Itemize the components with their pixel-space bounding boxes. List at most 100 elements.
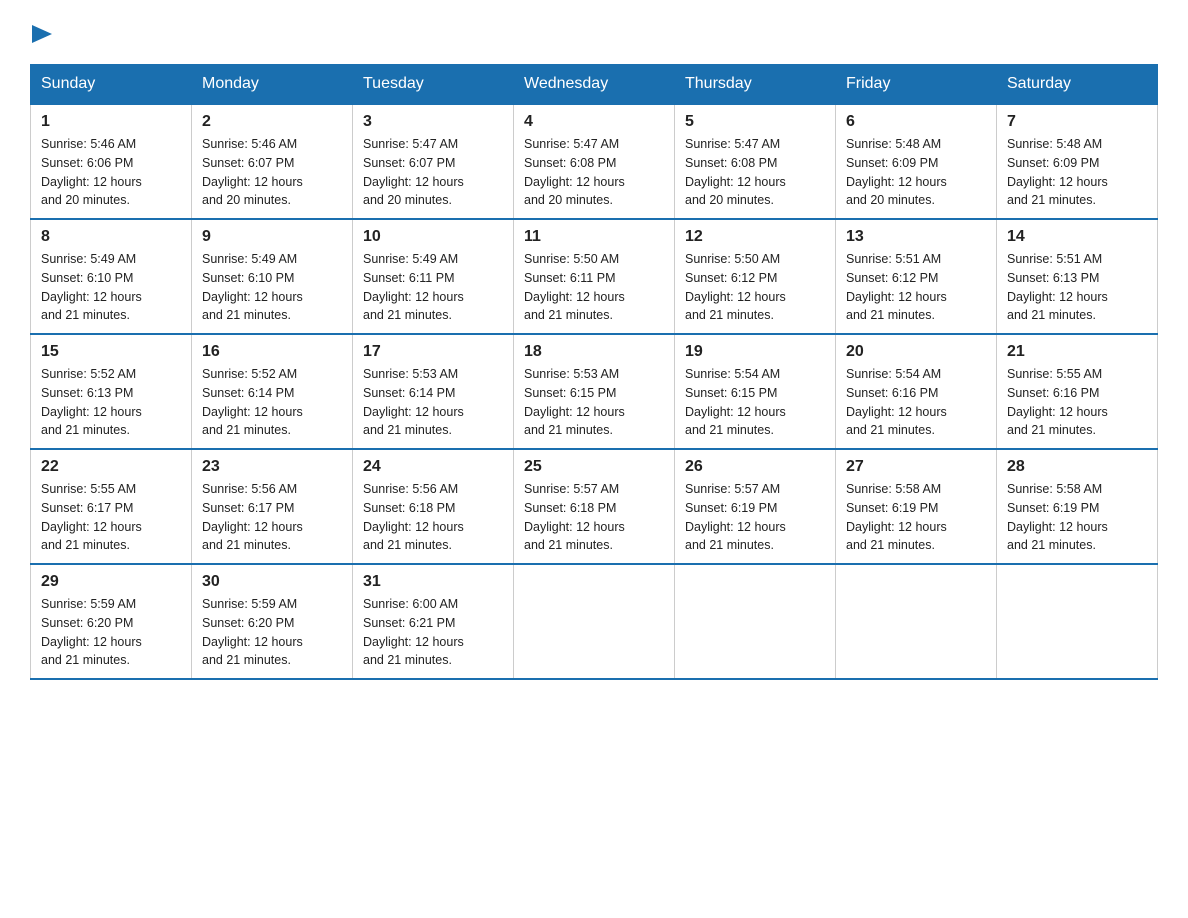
header xyxy=(30,20,1158,46)
day-info: Sunrise: 5:58 AMSunset: 6:19 PMDaylight:… xyxy=(1007,482,1108,552)
column-header-tuesday: Tuesday xyxy=(353,65,514,105)
calendar-cell: 5 Sunrise: 5:47 AMSunset: 6:08 PMDayligh… xyxy=(675,104,836,219)
calendar-cell: 10 Sunrise: 5:49 AMSunset: 6:11 PMDaylig… xyxy=(353,219,514,334)
calendar-cell: 24 Sunrise: 5:56 AMSunset: 6:18 PMDaylig… xyxy=(353,449,514,564)
calendar-cell: 26 Sunrise: 5:57 AMSunset: 6:19 PMDaylig… xyxy=(675,449,836,564)
day-number: 9 xyxy=(202,228,342,246)
day-number: 31 xyxy=(363,573,503,591)
day-number: 14 xyxy=(1007,228,1147,246)
day-number: 26 xyxy=(685,458,825,476)
day-info: Sunrise: 5:49 AMSunset: 6:10 PMDaylight:… xyxy=(202,252,303,322)
column-header-saturday: Saturday xyxy=(997,65,1158,105)
day-info: Sunrise: 5:59 AMSunset: 6:20 PMDaylight:… xyxy=(202,597,303,667)
calendar-cell: 14 Sunrise: 5:51 AMSunset: 6:13 PMDaylig… xyxy=(997,219,1158,334)
calendar-week-row: 8 Sunrise: 5:49 AMSunset: 6:10 PMDayligh… xyxy=(31,219,1158,334)
calendar-header-row: SundayMondayTuesdayWednesdayThursdayFrid… xyxy=(31,65,1158,105)
day-info: Sunrise: 5:49 AMSunset: 6:11 PMDaylight:… xyxy=(363,252,464,322)
calendar-cell: 29 Sunrise: 5:59 AMSunset: 6:20 PMDaylig… xyxy=(31,564,192,679)
day-number: 28 xyxy=(1007,458,1147,476)
day-number: 8 xyxy=(41,228,181,246)
day-number: 30 xyxy=(202,573,342,591)
calendar-cell: 8 Sunrise: 5:49 AMSunset: 6:10 PMDayligh… xyxy=(31,219,192,334)
calendar-cell: 9 Sunrise: 5:49 AMSunset: 6:10 PMDayligh… xyxy=(192,219,353,334)
day-number: 13 xyxy=(846,228,986,246)
day-info: Sunrise: 5:57 AMSunset: 6:19 PMDaylight:… xyxy=(685,482,786,552)
calendar-cell: 21 Sunrise: 5:55 AMSunset: 6:16 PMDaylig… xyxy=(997,334,1158,449)
calendar-week-row: 1 Sunrise: 5:46 AMSunset: 6:06 PMDayligh… xyxy=(31,104,1158,219)
day-info: Sunrise: 5:55 AMSunset: 6:16 PMDaylight:… xyxy=(1007,367,1108,437)
calendar-cell: 22 Sunrise: 5:55 AMSunset: 6:17 PMDaylig… xyxy=(31,449,192,564)
day-info: Sunrise: 5:46 AMSunset: 6:07 PMDaylight:… xyxy=(202,137,303,207)
calendar-week-row: 22 Sunrise: 5:55 AMSunset: 6:17 PMDaylig… xyxy=(31,449,1158,564)
column-header-monday: Monday xyxy=(192,65,353,105)
calendar-cell: 30 Sunrise: 5:59 AMSunset: 6:20 PMDaylig… xyxy=(192,564,353,679)
logo xyxy=(30,20,60,46)
day-info: Sunrise: 5:57 AMSunset: 6:18 PMDaylight:… xyxy=(524,482,625,552)
day-info: Sunrise: 5:56 AMSunset: 6:17 PMDaylight:… xyxy=(202,482,303,552)
calendar-cell: 17 Sunrise: 5:53 AMSunset: 6:14 PMDaylig… xyxy=(353,334,514,449)
calendar-week-row: 15 Sunrise: 5:52 AMSunset: 6:13 PMDaylig… xyxy=(31,334,1158,449)
day-number: 20 xyxy=(846,343,986,361)
calendar-cell: 4 Sunrise: 5:47 AMSunset: 6:08 PMDayligh… xyxy=(514,104,675,219)
day-info: Sunrise: 5:53 AMSunset: 6:15 PMDaylight:… xyxy=(524,367,625,437)
day-number: 21 xyxy=(1007,343,1147,361)
day-info: Sunrise: 5:54 AMSunset: 6:16 PMDaylight:… xyxy=(846,367,947,437)
calendar-cell: 11 Sunrise: 5:50 AMSunset: 6:11 PMDaylig… xyxy=(514,219,675,334)
calendar-cell: 31 Sunrise: 6:00 AMSunset: 6:21 PMDaylig… xyxy=(353,564,514,679)
day-info: Sunrise: 5:48 AMSunset: 6:09 PMDaylight:… xyxy=(1007,137,1108,207)
column-header-sunday: Sunday xyxy=(31,65,192,105)
day-number: 4 xyxy=(524,113,664,131)
column-header-wednesday: Wednesday xyxy=(514,65,675,105)
calendar-cell: 7 Sunrise: 5:48 AMSunset: 6:09 PMDayligh… xyxy=(997,104,1158,219)
calendar-week-row: 29 Sunrise: 5:59 AMSunset: 6:20 PMDaylig… xyxy=(31,564,1158,679)
day-number: 22 xyxy=(41,458,181,476)
day-number: 7 xyxy=(1007,113,1147,131)
calendar-cell: 15 Sunrise: 5:52 AMSunset: 6:13 PMDaylig… xyxy=(31,334,192,449)
day-info: Sunrise: 5:51 AMSunset: 6:12 PMDaylight:… xyxy=(846,252,947,322)
day-info: Sunrise: 5:55 AMSunset: 6:17 PMDaylight:… xyxy=(41,482,142,552)
calendar-cell xyxy=(514,564,675,679)
day-info: Sunrise: 5:52 AMSunset: 6:13 PMDaylight:… xyxy=(41,367,142,437)
calendar-cell: 27 Sunrise: 5:58 AMSunset: 6:19 PMDaylig… xyxy=(836,449,997,564)
day-number: 27 xyxy=(846,458,986,476)
calendar-cell: 28 Sunrise: 5:58 AMSunset: 6:19 PMDaylig… xyxy=(997,449,1158,564)
calendar-cell: 6 Sunrise: 5:48 AMSunset: 6:09 PMDayligh… xyxy=(836,104,997,219)
day-number: 6 xyxy=(846,113,986,131)
calendar-cell: 19 Sunrise: 5:54 AMSunset: 6:15 PMDaylig… xyxy=(675,334,836,449)
day-number: 17 xyxy=(363,343,503,361)
day-number: 2 xyxy=(202,113,342,131)
day-info: Sunrise: 5:47 AMSunset: 6:07 PMDaylight:… xyxy=(363,137,464,207)
day-number: 1 xyxy=(41,113,181,131)
day-info: Sunrise: 5:53 AMSunset: 6:14 PMDaylight:… xyxy=(363,367,464,437)
day-info: Sunrise: 5:47 AMSunset: 6:08 PMDaylight:… xyxy=(524,137,625,207)
day-info: Sunrise: 5:46 AMSunset: 6:06 PMDaylight:… xyxy=(41,137,142,207)
day-info: Sunrise: 5:59 AMSunset: 6:20 PMDaylight:… xyxy=(41,597,142,667)
day-info: Sunrise: 5:54 AMSunset: 6:15 PMDaylight:… xyxy=(685,367,786,437)
calendar-table: SundayMondayTuesdayWednesdayThursdayFrid… xyxy=(30,64,1158,680)
day-number: 24 xyxy=(363,458,503,476)
day-number: 25 xyxy=(524,458,664,476)
calendar-cell: 18 Sunrise: 5:53 AMSunset: 6:15 PMDaylig… xyxy=(514,334,675,449)
day-info: Sunrise: 5:47 AMSunset: 6:08 PMDaylight:… xyxy=(685,137,786,207)
logo-arrow-icon xyxy=(32,20,60,48)
day-number: 23 xyxy=(202,458,342,476)
calendar-cell: 3 Sunrise: 5:47 AMSunset: 6:07 PMDayligh… xyxy=(353,104,514,219)
day-info: Sunrise: 6:00 AMSunset: 6:21 PMDaylight:… xyxy=(363,597,464,667)
day-number: 10 xyxy=(363,228,503,246)
day-number: 16 xyxy=(202,343,342,361)
calendar-cell: 23 Sunrise: 5:56 AMSunset: 6:17 PMDaylig… xyxy=(192,449,353,564)
calendar-cell: 12 Sunrise: 5:50 AMSunset: 6:12 PMDaylig… xyxy=(675,219,836,334)
day-info: Sunrise: 5:50 AMSunset: 6:11 PMDaylight:… xyxy=(524,252,625,322)
day-info: Sunrise: 5:51 AMSunset: 6:13 PMDaylight:… xyxy=(1007,252,1108,322)
day-number: 3 xyxy=(363,113,503,131)
calendar-cell: 20 Sunrise: 5:54 AMSunset: 6:16 PMDaylig… xyxy=(836,334,997,449)
calendar-cell: 13 Sunrise: 5:51 AMSunset: 6:12 PMDaylig… xyxy=(836,219,997,334)
calendar-cell: 16 Sunrise: 5:52 AMSunset: 6:14 PMDaylig… xyxy=(192,334,353,449)
day-number: 12 xyxy=(685,228,825,246)
day-number: 11 xyxy=(524,228,664,246)
calendar-cell xyxy=(836,564,997,679)
calendar-cell: 25 Sunrise: 5:57 AMSunset: 6:18 PMDaylig… xyxy=(514,449,675,564)
column-header-friday: Friday xyxy=(836,65,997,105)
day-info: Sunrise: 5:58 AMSunset: 6:19 PMDaylight:… xyxy=(846,482,947,552)
day-info: Sunrise: 5:50 AMSunset: 6:12 PMDaylight:… xyxy=(685,252,786,322)
